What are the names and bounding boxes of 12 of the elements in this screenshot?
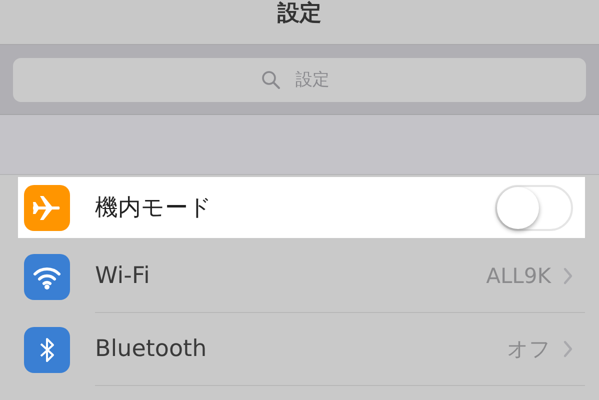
row-label: 機内モード xyxy=(95,194,213,223)
row-label: Bluetooth xyxy=(95,336,208,362)
row-label: Wi-Fi xyxy=(95,263,151,289)
search-field[interactable]: 設定 xyxy=(13,58,586,102)
settings-row[interactable]: 機内モード xyxy=(18,177,585,238)
row-value: オフ xyxy=(507,336,551,363)
toggle-switch[interactable] xyxy=(495,184,573,230)
row-value: ALL9K xyxy=(486,264,551,288)
chevron-icon xyxy=(563,340,573,358)
search-icon xyxy=(261,70,281,90)
screen-title: 設定 xyxy=(278,1,322,27)
chevron-icon xyxy=(563,267,573,285)
